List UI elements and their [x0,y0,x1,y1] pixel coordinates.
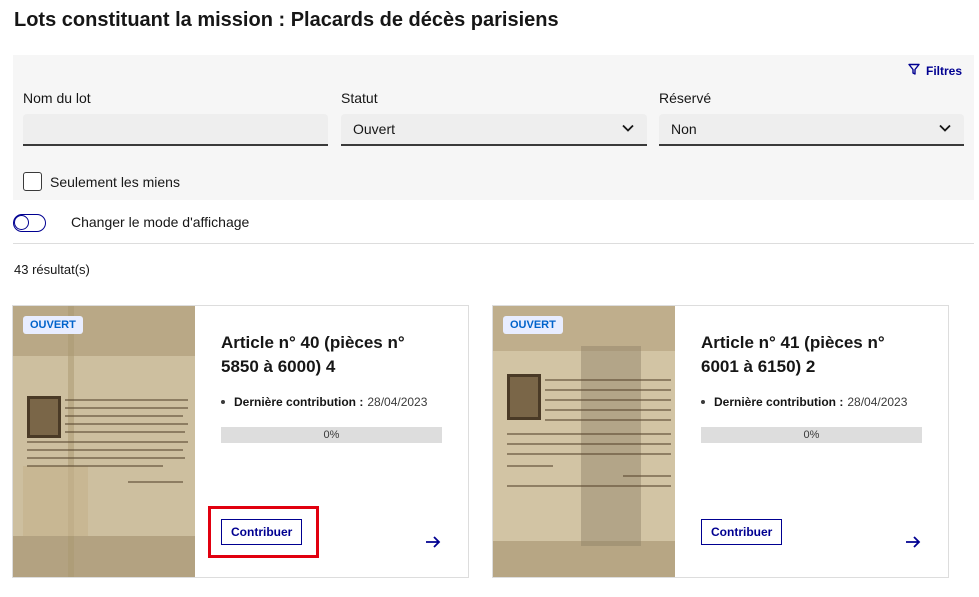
bullet [221,400,225,404]
status-label: Statut [341,90,378,106]
progress-bar: 0% [221,427,442,443]
progress-text: 0% [323,429,340,441]
card-title: Article n° 41 (pièces n° 6001 à 6150) 2 [701,333,885,376]
toggle-knob [14,215,29,230]
lot-thumbnail-image: OUVERT [13,306,195,577]
progress-text: 0% [803,429,820,441]
reserved-select-value: Non [671,121,697,137]
reserved-select[interactable]: Non [659,114,964,146]
bullet [701,400,705,404]
last-contribution-date: 28/04/2023 [847,395,908,409]
status-badge: OUVERT [503,316,563,334]
status-select-value: Ouvert [353,121,396,137]
filters-toggle-label: Filtres [925,63,962,78]
display-mode-label: Changer le mode d'affichage [71,214,250,230]
display-mode-toggle[interactable] [13,214,46,232]
lot-thumbnail-image: OUVERT [493,306,675,577]
last-contribution-label: Dernière contribution : [234,395,364,409]
last-contribution: Dernière contribution : 28/04/2023 [701,395,907,409]
chevron-down-icon [938,121,952,138]
reserved-label: Réservé [659,90,712,106]
status-select[interactable]: Ouvert [341,114,647,146]
contribute-button[interactable]: Contribuer [701,519,783,545]
progress-bar: 0% [701,427,922,443]
page-title: Lots constituant la mission : Placards d… [14,9,559,31]
contribute-button[interactable]: Contribuer [221,519,303,545]
only-mine-label: Seulement les miens [50,173,180,190]
divider [13,243,974,244]
lot-card: OUVERT Article n° 40 (pièces n° 5850 à 6… [12,305,469,578]
filter-icon [908,63,920,78]
last-contribution: Dernière contribution : 28/04/2023 [221,395,427,409]
arrow-right-icon[interactable] [425,534,441,550]
status-badge: OUVERT [23,316,83,334]
filters-toggle-button[interactable]: Filtres [908,63,962,78]
lot-name-input[interactable] [23,114,328,146]
card-title: Article n° 40 (pièces n° 5850 à 6000) 4 [221,333,405,376]
lot-name-label: Nom du lot [23,90,91,106]
lot-card: OUVERT Article n° 41 (pièces n° 6001 à 6… [492,305,949,578]
only-mine-checkbox[interactable]: Seulement les miens [23,172,180,191]
card-body: Article n° 41 (pièces n° 6001 à 6150) 2 … [675,306,948,577]
chevron-down-icon [621,121,635,138]
last-contribution-label: Dernière contribution : [714,395,844,409]
card-body: Article n° 40 (pièces n° 5850 à 6000) 4 … [195,306,468,577]
arrow-right-icon[interactable] [905,534,921,550]
checkbox-box[interactable] [23,172,42,191]
result-count: 43 résultat(s) [14,262,90,277]
filter-panel: Filtres Nom du lot Statut Ouvert Réservé… [13,55,974,200]
last-contribution-date: 28/04/2023 [367,395,428,409]
